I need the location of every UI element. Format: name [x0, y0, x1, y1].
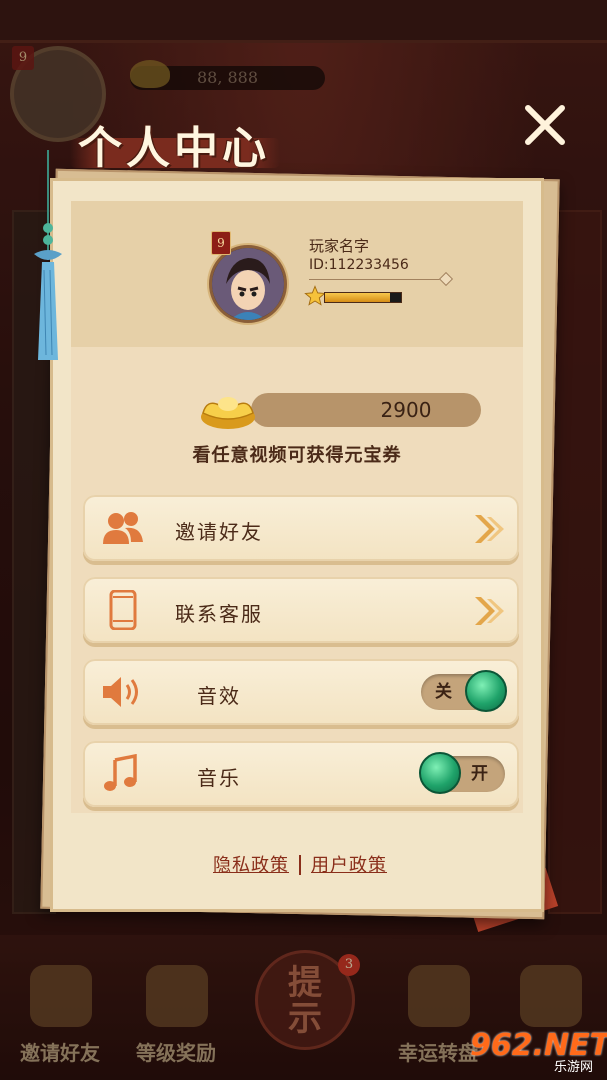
dialog-content: 9 玩家名字 ID:112233456 2900 看任意视频可获得元宝券 邀请好…: [71, 201, 523, 813]
chevron-right-icon: [475, 597, 504, 625]
contact-support-label: 联系客服: [175, 602, 263, 626]
invite-friends-label: 邀请好友: [175, 520, 263, 544]
avatar[interactable]: [209, 245, 287, 323]
users-icon: [103, 512, 143, 544]
contact-support-row[interactable]: 联系客服: [83, 577, 519, 643]
personal-center-dialog: 9 玩家名字 ID:112233456 2900 看任意视频可获得元宝券 邀请好…: [50, 178, 544, 912]
chevron-right-icon: [475, 515, 504, 543]
jade-tassel-icon: [34, 150, 62, 360]
speaker-icon: [103, 677, 138, 707]
close-button[interactable]: [520, 100, 570, 150]
policy-links: 隐私政策 用户政策: [53, 851, 547, 877]
gold-ingot-icon: [201, 397, 255, 429]
level-badge: 9: [211, 231, 231, 255]
music-row: 音乐 开: [83, 741, 519, 807]
toggle-knob[interactable]: [465, 670, 507, 712]
toggle-knob[interactable]: [419, 752, 461, 794]
phone-icon: [109, 590, 137, 630]
currency-value: 2900: [380, 398, 432, 422]
sound-effects-label: 音效: [197, 684, 241, 708]
id-divider: [309, 279, 443, 280]
toggle-state-text: 开: [471, 764, 488, 784]
music-toggle[interactable]: 开: [419, 752, 505, 794]
player-name: 玩家名字: [309, 237, 370, 255]
player-id: ID:112233456: [309, 257, 409, 273]
privacy-policy-link[interactable]: 隐私政策: [213, 855, 289, 876]
sound-effects-toggle[interactable]: 关: [421, 670, 507, 712]
music-note-icon: [104, 754, 137, 791]
experience-bar: [324, 292, 402, 303]
avatar-portrait-icon: [212, 248, 284, 320]
site-watermark: 962.NET 乐游网: [470, 1028, 607, 1075]
profile-section: [71, 201, 523, 347]
music-label: 音乐: [197, 766, 241, 790]
invite-friends-row[interactable]: 邀请好友: [83, 495, 519, 561]
dialog-title: 个人中心: [78, 123, 270, 174]
policy-separator: [299, 855, 301, 875]
star-icon: [304, 285, 326, 306]
toggle-state-text: 关: [435, 682, 452, 702]
currency-description: 看任意视频可获得元宝券: [192, 445, 402, 466]
close-icon: [525, 105, 565, 145]
user-policy-link[interactable]: 用户政策: [311, 855, 387, 876]
watermark-subtitle: 乐游网: [554, 1060, 594, 1075]
sound-effects-row: 音效 关: [83, 659, 519, 725]
dialog-title-banner: 个人中心: [70, 110, 290, 182]
experience-bar-fill: [325, 293, 390, 302]
currency-bar: 2900: [251, 393, 481, 427]
